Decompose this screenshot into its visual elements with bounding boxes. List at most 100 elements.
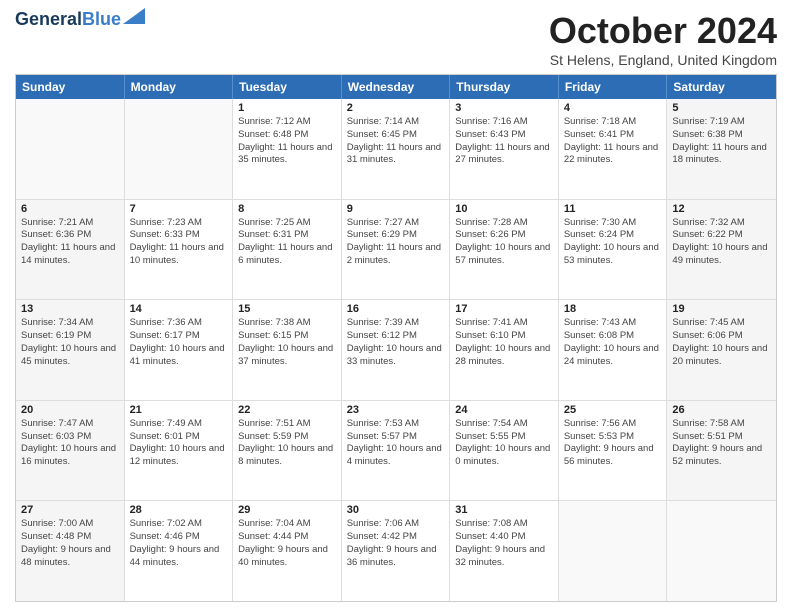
daylight-text: Daylight: 11 hours and 22 minutes. bbox=[564, 142, 662, 168]
calendar-cell: 29Sunrise: 7:04 AMSunset: 4:44 PMDayligh… bbox=[233, 501, 342, 601]
calendar-cell bbox=[125, 99, 234, 199]
sunrise-text: Sunrise: 7:51 AM bbox=[238, 418, 336, 431]
sunset-text: Sunset: 4:44 PM bbox=[238, 531, 336, 544]
calendar-row: 1Sunrise: 7:12 AMSunset: 6:48 PMDaylight… bbox=[16, 99, 776, 200]
daylight-text: Daylight: 10 hours and 8 minutes. bbox=[238, 443, 336, 469]
day-number: 9 bbox=[347, 203, 445, 215]
calendar-cell: 6 Sunrise: 7:21 AMSunset: 6:36 PMDaylight… bbox=[16, 200, 125, 300]
day-number: 19 bbox=[672, 303, 771, 315]
sunrise-text: Sunrise: 7:16 AM bbox=[455, 116, 553, 129]
sunrise-text: Sunrise: 7:49 AM bbox=[130, 418, 228, 431]
day-number: 17 bbox=[455, 303, 553, 315]
sunset-text: Sunset: 6:15 PM bbox=[238, 330, 336, 343]
sunrise-text: Sunrise: 7:23 AM bbox=[130, 217, 228, 230]
calendar-cell: 27Sunrise: 7:00 AMSunset: 4:48 PMDayligh… bbox=[16, 501, 125, 601]
sunrise-text: Sunrise: 7:19 AM bbox=[672, 116, 771, 129]
sunrise-text: Sunrise: 7:18 AM bbox=[564, 116, 662, 129]
sunrise-text: Sunrise: 7:14 AM bbox=[347, 116, 445, 129]
daylight-text: Daylight: 9 hours and 48 minutes. bbox=[21, 544, 119, 570]
weekday-header: Monday bbox=[125, 75, 234, 99]
month-title: October 2024 bbox=[549, 10, 777, 52]
sunrise-text: Sunrise: 7:45 AM bbox=[672, 317, 771, 330]
sunset-text: Sunset: 5:57 PM bbox=[347, 431, 445, 444]
weekday-header: Friday bbox=[559, 75, 668, 99]
calendar-cell: 5Sunrise: 7:19 AMSunset: 6:38 PMDaylight… bbox=[667, 99, 776, 199]
calendar-cell: 18Sunrise: 7:43 AMSunset: 6:08 PMDayligh… bbox=[559, 300, 668, 400]
day-number: 26 bbox=[672, 404, 771, 416]
daylight-text: Daylight: 10 hours and 45 minutes. bbox=[21, 343, 119, 369]
day-number: 6 bbox=[21, 203, 119, 215]
sunset-text: Sunset: 4:48 PM bbox=[21, 531, 119, 544]
day-number: 27 bbox=[21, 504, 119, 516]
day-number: 30 bbox=[347, 504, 445, 516]
calendar-cell: 14Sunrise: 7:36 AMSunset: 6:17 PMDayligh… bbox=[125, 300, 234, 400]
daylight-text: Daylight: 9 hours and 36 minutes. bbox=[347, 544, 445, 570]
daylight-text: Daylight: 10 hours and 28 minutes. bbox=[455, 343, 553, 369]
calendar-cell: 11Sunrise: 7:30 AMSunset: 6:24 PMDayligh… bbox=[559, 200, 668, 300]
logo-icon bbox=[123, 8, 145, 24]
calendar-cell: 9Sunrise: 7:27 AMSunset: 6:29 PMDaylight… bbox=[342, 200, 451, 300]
daylight-text: Daylight: 11 hours and 31 minutes. bbox=[347, 142, 445, 168]
daylight-text: Daylight: 11 hours and 10 minutes. bbox=[130, 242, 228, 268]
sunset-text: Sunset: 6:19 PM bbox=[21, 330, 119, 343]
daylight-text: Daylight: 10 hours and 53 minutes. bbox=[564, 242, 662, 268]
logo: GeneralBlue bbox=[15, 10, 145, 30]
calendar-cell: 8Sunrise: 7:25 AMSunset: 6:31 PMDaylight… bbox=[233, 200, 342, 300]
sunrise-text: Sunrise: 7:08 AM bbox=[455, 518, 553, 531]
sunrise-text: Sunrise: 7:47 AM bbox=[21, 418, 119, 431]
sunset-text: Sunset: 6:24 PM bbox=[564, 229, 662, 242]
page: GeneralBlue October 2024 St Helens, Engl… bbox=[0, 0, 792, 612]
sunset-text: Sunset: 5:53 PM bbox=[564, 431, 662, 444]
sunrise-text: Sunrise: 7:58 AM bbox=[672, 418, 771, 431]
calendar-cell: 16Sunrise: 7:39 AMSunset: 6:12 PMDayligh… bbox=[342, 300, 451, 400]
calendar: SundayMondayTuesdayWednesdayThursdayFrid… bbox=[15, 74, 777, 602]
logo-text: GeneralBlue bbox=[15, 10, 121, 30]
day-number: 28 bbox=[130, 504, 228, 516]
daylight-text: Daylight: 10 hours and 41 minutes. bbox=[130, 343, 228, 369]
sunrise-text: Sunrise: 7:25 AM bbox=[238, 217, 336, 230]
sunrise-text: Sunrise: 7:21 AM bbox=[21, 217, 119, 230]
day-number: 29 bbox=[238, 504, 336, 516]
sunrise-text: Sunrise: 7:27 AM bbox=[347, 217, 445, 230]
title-block: October 2024 St Helens, England, United … bbox=[549, 10, 777, 68]
daylight-text: Daylight: 9 hours and 44 minutes. bbox=[130, 544, 228, 570]
day-number: 3 bbox=[455, 102, 553, 114]
daylight-text: Daylight: 9 hours and 52 minutes. bbox=[672, 443, 771, 469]
calendar-cell: 21Sunrise: 7:49 AMSunset: 6:01 PMDayligh… bbox=[125, 401, 234, 501]
daylight-text: Daylight: 11 hours and 18 minutes. bbox=[672, 142, 771, 168]
sunrise-text: Sunrise: 7:12 AM bbox=[238, 116, 336, 129]
calendar-cell bbox=[16, 99, 125, 199]
sunrise-text: Sunrise: 7:54 AM bbox=[455, 418, 553, 431]
calendar-cell: 2Sunrise: 7:14 AMSunset: 6:45 PMDaylight… bbox=[342, 99, 451, 199]
weekday-header: Wednesday bbox=[342, 75, 451, 99]
day-number: 14 bbox=[130, 303, 228, 315]
sunrise-text: Sunrise: 7:56 AM bbox=[564, 418, 662, 431]
calendar-cell: 22Sunrise: 7:51 AMSunset: 5:59 PMDayligh… bbox=[233, 401, 342, 501]
calendar-cell bbox=[559, 501, 668, 601]
calendar-cell: 12Sunrise: 7:32 AMSunset: 6:22 PMDayligh… bbox=[667, 200, 776, 300]
day-number: 18 bbox=[564, 303, 662, 315]
location: St Helens, England, United Kingdom bbox=[549, 52, 777, 68]
daylight-text: Daylight: 10 hours and 57 minutes. bbox=[455, 242, 553, 268]
calendar-row: 20Sunrise: 7:47 AMSunset: 6:03 PMDayligh… bbox=[16, 401, 776, 502]
daylight-text: Daylight: 9 hours and 32 minutes. bbox=[455, 544, 553, 570]
daylight-text: Daylight: 9 hours and 56 minutes. bbox=[564, 443, 662, 469]
sunrise-text: Sunrise: 7:06 AM bbox=[347, 518, 445, 531]
sunset-text: Sunset: 6:36 PM bbox=[21, 229, 119, 242]
calendar-cell: 15Sunrise: 7:38 AMSunset: 6:15 PMDayligh… bbox=[233, 300, 342, 400]
day-number: 24 bbox=[455, 404, 553, 416]
sunset-text: Sunset: 6:29 PM bbox=[347, 229, 445, 242]
calendar-cell: 30Sunrise: 7:06 AMSunset: 4:42 PMDayligh… bbox=[342, 501, 451, 601]
sunset-text: Sunset: 6:45 PM bbox=[347, 129, 445, 142]
sunset-text: Sunset: 6:41 PM bbox=[564, 129, 662, 142]
weekday-header: Sunday bbox=[16, 75, 125, 99]
daylight-text: Daylight: 10 hours and 0 minutes. bbox=[455, 443, 553, 469]
day-number: 15 bbox=[238, 303, 336, 315]
sunset-text: Sunset: 6:48 PM bbox=[238, 129, 336, 142]
sunset-text: Sunset: 6:38 PM bbox=[672, 129, 771, 142]
daylight-text: Daylight: 11 hours and 14 minutes. bbox=[21, 242, 119, 268]
sunset-text: Sunset: 6:01 PM bbox=[130, 431, 228, 444]
weekday-header: Thursday bbox=[450, 75, 559, 99]
sunset-text: Sunset: 5:55 PM bbox=[455, 431, 553, 444]
calendar-cell: 17Sunrise: 7:41 AMSunset: 6:10 PMDayligh… bbox=[450, 300, 559, 400]
